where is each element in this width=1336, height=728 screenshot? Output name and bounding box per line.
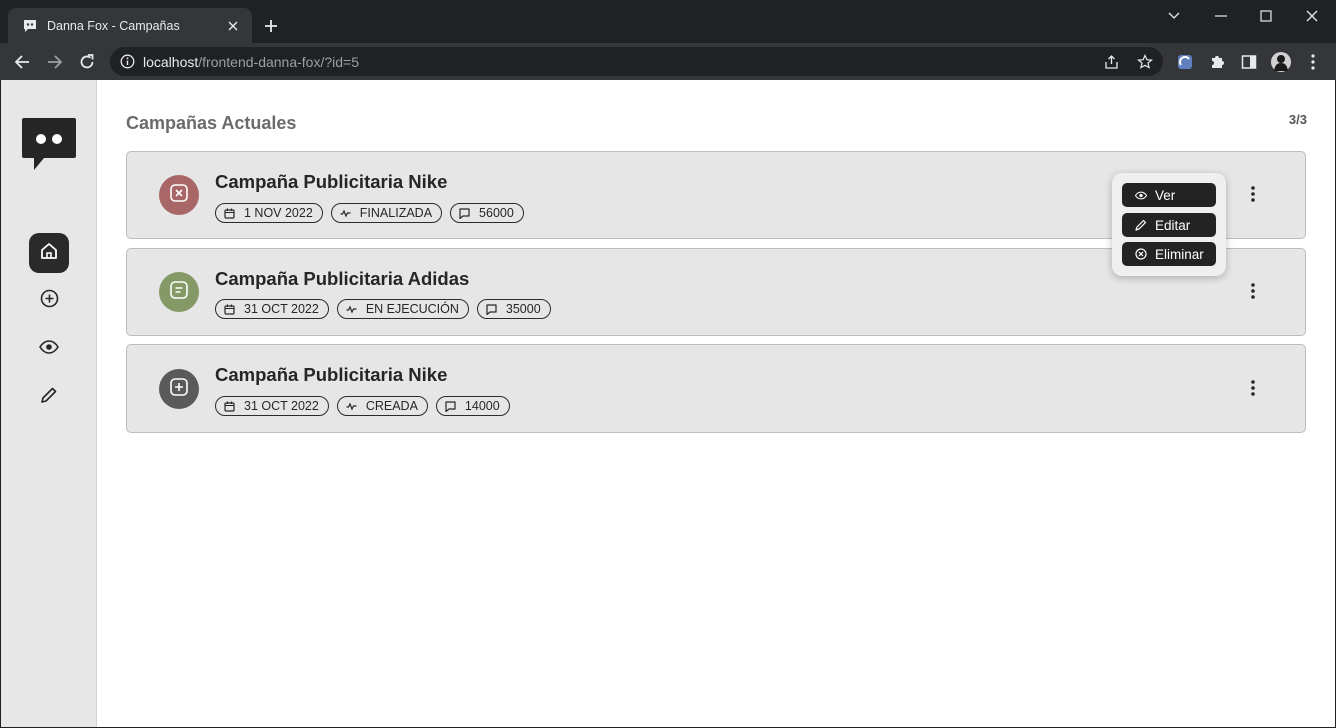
status-chip: FINALIZADA xyxy=(330,203,443,223)
message-icon xyxy=(459,207,470,219)
status-indicator xyxy=(159,272,199,312)
x-circle-icon xyxy=(1135,248,1147,260)
home-icon xyxy=(40,242,58,265)
status-chip: CREADA xyxy=(336,396,428,416)
puzzle-icon[interactable] xyxy=(1206,51,1228,73)
activity-icon xyxy=(340,208,351,219)
browser-tab[interactable]: Danna Fox - Campañas xyxy=(8,8,252,43)
sidebar-item-view[interactable] xyxy=(29,329,69,369)
close-icon[interactable] xyxy=(224,17,242,35)
campaign-card[interactable]: Campaña Publicitaria Nike 31 OCT 2022 CR… xyxy=(126,344,1306,433)
eye-icon xyxy=(1135,189,1147,201)
status-chip: EN EJECUCIÓN xyxy=(336,299,469,319)
browser-toolbar: localhost/frontend-danna-fox/?id=5 xyxy=(0,43,1336,80)
count-chip: 56000 xyxy=(450,203,524,223)
menu-item-view[interactable]: Ver xyxy=(1122,183,1216,207)
profile-avatar[interactable] xyxy=(1270,51,1292,73)
date-chip: 31 OCT 2022 xyxy=(215,396,329,416)
status-indicator xyxy=(159,175,199,215)
campaign-count: 35000 xyxy=(505,302,541,316)
calendar-icon xyxy=(224,401,235,412)
info-icon[interactable] xyxy=(120,54,135,69)
campaign-tags: 31 OCT 2022 CREADA 14000 xyxy=(215,396,510,416)
campaign-tags: 31 OCT 2022 EN EJECUCIÓN 35000 xyxy=(215,299,551,319)
date-chip: 1 NOV 2022 xyxy=(215,203,323,223)
sidebar-item-home[interactable] xyxy=(29,233,69,273)
campaign-count: 3/3 xyxy=(1288,112,1307,127)
menu-item-label: Editar xyxy=(1155,217,1191,233)
campaign-tags: 1 NOV 2022 FINALIZADA 56000 xyxy=(215,203,524,223)
menu-item-edit[interactable]: Editar xyxy=(1122,213,1216,237)
more-options-icon[interactable] xyxy=(1243,182,1263,206)
menu-item-delete[interactable]: Eliminar xyxy=(1122,242,1216,266)
campaign-title: Campaña Publicitaria Adidas xyxy=(215,268,470,289)
window-close-icon[interactable] xyxy=(1301,6,1323,26)
forward-icon[interactable] xyxy=(44,51,66,73)
date-chip: 31 OCT 2022 xyxy=(215,299,329,319)
campaign-status: FINALIZADA xyxy=(359,206,433,220)
pencil-icon xyxy=(1135,219,1147,231)
main-content: Campañas Actuales 3/3 Campaña Publicitar… xyxy=(97,80,1335,727)
url-path: /frontend-danna-fox/?id=5 xyxy=(198,54,359,70)
sidebar xyxy=(1,80,97,727)
address-bar[interactable]: localhost/frontend-danna-fox/?id=5 xyxy=(110,47,1163,76)
count-chip: 35000 xyxy=(476,299,551,319)
plus-square-icon xyxy=(169,377,189,402)
campaign-count: 56000 xyxy=(479,206,514,220)
browser-titlebar: Danna Fox - Campañas xyxy=(0,0,1336,43)
campaign-date: 1 NOV 2022 xyxy=(244,206,313,220)
message-square-icon xyxy=(169,280,189,305)
campaign-date: 31 OCT 2022 xyxy=(244,399,319,413)
calendar-icon xyxy=(224,208,235,219)
campaign-status: EN EJECUCIÓN xyxy=(365,302,459,316)
sidebar-item-edit[interactable] xyxy=(29,377,69,417)
tab-title: Danna Fox - Campañas xyxy=(47,18,180,33)
menu-item-label: Eliminar xyxy=(1155,246,1204,262)
card-options-menu: Ver Editar Eliminar xyxy=(1112,173,1226,276)
bookmark-star-icon[interactable] xyxy=(1135,52,1155,72)
more-options-icon[interactable] xyxy=(1243,376,1263,400)
maximize-icon[interactable] xyxy=(1255,6,1277,26)
url-host: localhost xyxy=(143,54,199,70)
chat-logo-icon xyxy=(22,118,76,177)
count-chip: 14000 xyxy=(435,396,510,416)
page: Campañas Actuales 3/3 Campaña Publicitar… xyxy=(1,80,1335,727)
campaign-title: Campaña Publicitaria Nike xyxy=(215,364,448,385)
message-icon xyxy=(486,303,497,315)
menu-item-label: Ver xyxy=(1155,187,1176,203)
plus-circle-icon xyxy=(40,289,59,313)
side-panel-icon[interactable] xyxy=(1238,51,1260,73)
reload-icon[interactable] xyxy=(76,51,98,73)
calendar-icon xyxy=(224,304,235,315)
back-icon[interactable] xyxy=(11,51,33,73)
campaign-title: Campaña Publicitaria Nike xyxy=(215,171,448,192)
campaign-count: 14000 xyxy=(464,399,500,413)
status-indicator xyxy=(159,369,199,409)
pencil-icon xyxy=(40,386,58,409)
menu-dots-icon[interactable] xyxy=(1302,51,1324,73)
chat-bubble-icon xyxy=(22,18,38,34)
campaign-status: CREADA xyxy=(365,399,418,413)
new-tab-button[interactable] xyxy=(261,16,281,36)
activity-icon xyxy=(346,304,357,315)
sidebar-item-create[interactable] xyxy=(29,281,69,321)
tab-search-icon[interactable] xyxy=(1163,6,1185,26)
extension-icon[interactable] xyxy=(1174,51,1196,73)
eye-icon xyxy=(39,339,59,359)
message-icon xyxy=(445,400,456,412)
share-icon[interactable] xyxy=(1102,52,1122,72)
campaign-date: 31 OCT 2022 xyxy=(244,302,319,316)
x-square-icon xyxy=(169,183,189,208)
url-text: localhost/frontend-danna-fox/?id=5 xyxy=(143,54,359,70)
more-options-icon[interactable] xyxy=(1243,279,1263,303)
minimize-icon[interactable] xyxy=(1210,6,1232,26)
page-title: Campañas Actuales xyxy=(126,113,297,133)
activity-icon xyxy=(346,401,357,412)
